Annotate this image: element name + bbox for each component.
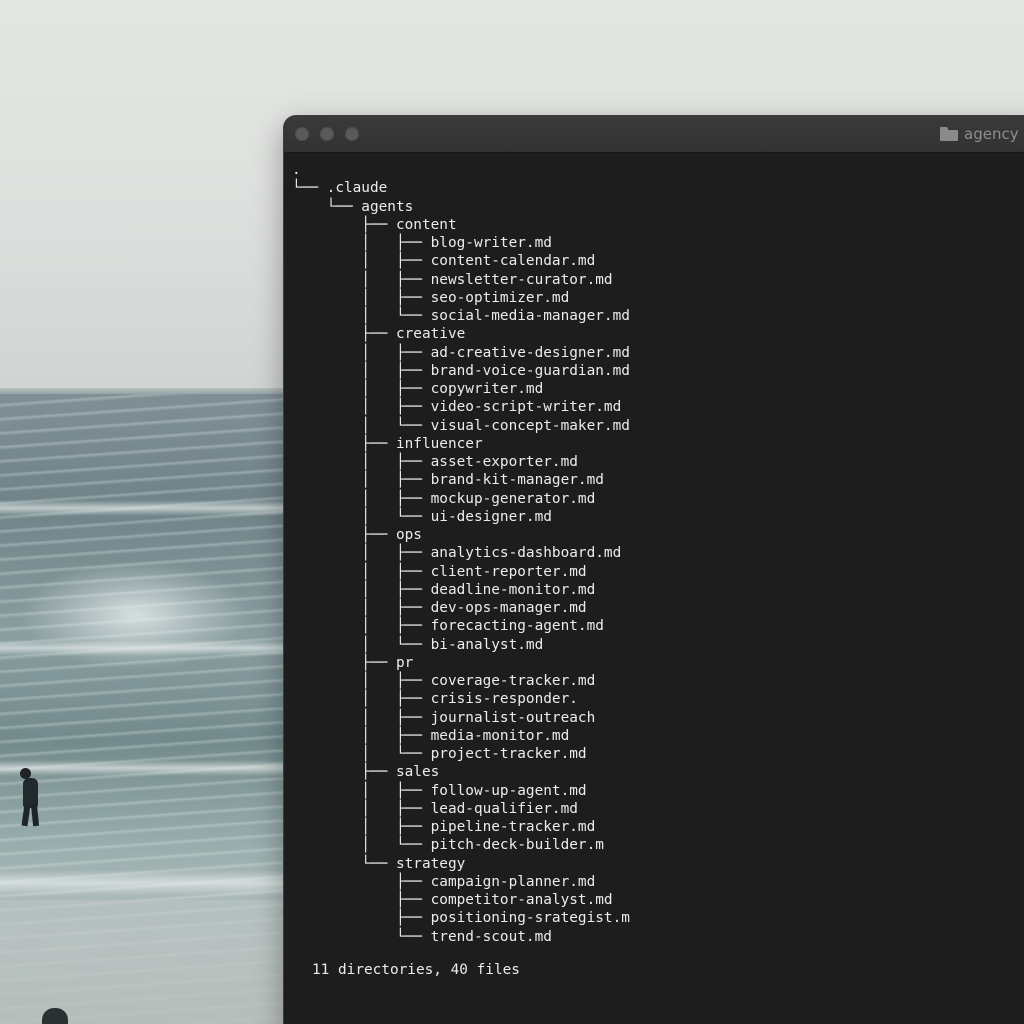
shoreline: [0, 900, 300, 1024]
tree-line: │ ├── brand-voice-guardian.md: [292, 362, 630, 379]
tree-line: ├── content: [292, 216, 457, 233]
wave-foam: [0, 640, 300, 656]
tree-line: ├── positioning-srategist.m: [292, 910, 630, 927]
zoom-window-button[interactable]: [345, 127, 359, 141]
minimize-window-button[interactable]: [320, 127, 334, 141]
tree-line: ├── creative: [292, 326, 466, 343]
surfer-leg: [30, 803, 40, 827]
tree-line: │ ├── brand-kit-manager.md: [292, 472, 604, 489]
tree-line: │ ├── mockup-generator.md: [292, 490, 596, 507]
tree-line: │ └── ui-designer.md: [292, 508, 552, 525]
tree-line: │ └── bi-analyst.md: [292, 636, 544, 653]
tree-line: │ ├── deadline-monitor.md: [292, 581, 596, 598]
swimmer-figure: [42, 1008, 68, 1024]
tree-line: ├── influencer: [292, 435, 483, 452]
tree-line: │ ├── forecacting-agent.md: [292, 618, 604, 635]
terminal-window[interactable]: agency . └── .claude └── agents ├── conte…: [284, 116, 1024, 1024]
wave-foam: [0, 870, 300, 896]
tree-line: │ ├── media-monitor.md: [292, 727, 570, 744]
tree-line: └── strategy: [292, 855, 466, 872]
tree-summary: 11 directories, 40 files: [312, 962, 520, 978]
tree-line: │ ├── newsletter-curator.md: [292, 271, 613, 288]
tree-line: │ └── visual-concept-maker.md: [292, 417, 630, 434]
tree-line: ├── competitor-analyst.md: [292, 892, 613, 908]
tree-line: └── trend-scout.md: [292, 928, 552, 945]
tree-line: │ ├── client-reporter.md: [292, 563, 587, 580]
terminal-output[interactable]: . └── .claude └── agents ├── content │ ├─…: [284, 153, 1024, 1024]
window-title-text: agency: [964, 125, 1019, 143]
title-bar[interactable]: agency: [284, 116, 1024, 153]
surfer-figure: [16, 768, 46, 830]
tree-line: │ ├── pipeline-tracker.md: [292, 819, 596, 835]
tree-line: │ ├── lead-qualifier.md: [292, 800, 578, 817]
tree-line: │ ├── crisis-responder.: [292, 691, 578, 708]
tree-line: │ ├── analytics-dashboard.md: [292, 545, 622, 562]
tree-line: ├── pr: [292, 654, 414, 671]
tree-line: │ └── social-media-manager.md: [292, 308, 630, 324]
close-window-button[interactable]: [295, 127, 309, 141]
tree-line: │ ├── follow-up-agent.md: [292, 782, 587, 799]
tree-line: │ ├── seo-optimizer.md: [292, 289, 570, 306]
tree-line: │ ├── content-calendar.md: [292, 253, 596, 270]
tree-line: ├── campaign-planner.md: [292, 873, 596, 890]
tree-line: │ ├── asset-exporter.md: [292, 454, 578, 470]
tree-line: │ └── pitch-deck-builder.m: [292, 837, 604, 854]
window-title: agency: [940, 123, 1019, 145]
directory-tree: . └── .claude └── agents ├── content │ ├─…: [292, 161, 630, 946]
tree-line: │ ├── blog-writer.md: [292, 235, 552, 251]
tree-line: │ ├── dev-ops-manager.md: [292, 600, 587, 616]
tree-line: ├── sales: [292, 764, 440, 781]
tree-line: │ ├── ad-creative-designer.md: [292, 344, 630, 361]
tree-line: │ └── project-tracker.md: [292, 746, 587, 762]
tree-line: ├── ops: [292, 527, 422, 543]
tree-line: │ ├── copywriter.md: [292, 381, 544, 397]
tree-line: .: [292, 162, 301, 178]
wave-foam: [0, 500, 300, 516]
tree-line: │ ├── coverage-tracker.md: [292, 673, 596, 689]
tree-line: │ ├── video-script-writer.md: [292, 399, 622, 416]
tree-line: │ ├── journalist-outreach: [292, 709, 596, 726]
tree-line: └── .claude: [292, 180, 388, 197]
tree-line: └── agents: [292, 198, 414, 215]
folder-icon: [940, 127, 958, 141]
